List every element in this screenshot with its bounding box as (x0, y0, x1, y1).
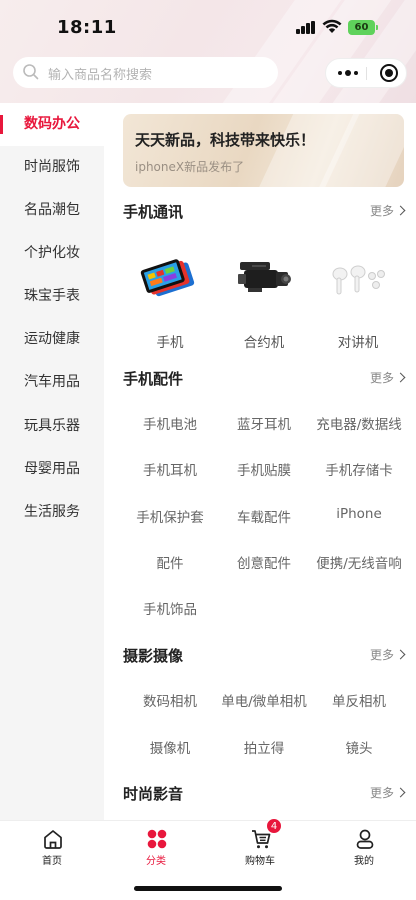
chevron-right-icon (395, 649, 406, 660)
sidebar-item-mother-baby[interactable]: 母婴用品 (0, 448, 104, 491)
capsule-divider (366, 67, 367, 80)
grid-item-phone-case[interactable]: 手机保护套 (118, 506, 222, 526)
grid-item-creative-accessories[interactable]: 创意配件 (212, 552, 316, 572)
banner-title: 天天新品，科技带来快乐！ (135, 131, 316, 149)
home-icon (44, 830, 62, 849)
more-link-phones[interactable]: 更多 (369, 202, 406, 219)
grid-item-memory-card[interactable]: 手机存储卡 (307, 459, 411, 479)
search-input[interactable]: 输入商品名称搜索 (13, 57, 278, 88)
grid-item-walkie-talkie[interactable]: 对讲机 (306, 254, 410, 351)
more-link-photography[interactable]: 更多 (369, 646, 406, 663)
grid-item-iphone[interactable]: iPhone (307, 506, 411, 522)
category-sidebar: 数码办公 时尚服饰 名品潮包 个护化妆 珠宝手表 运动健康 汽车用品 玩具乐器 … (0, 103, 104, 820)
sidebar-item-auto-supplies[interactable]: 汽车用品 (0, 361, 104, 404)
status-time: 18:11 (57, 17, 117, 38)
sidebar-item-life-services[interactable]: 生活服务 (0, 491, 104, 534)
more-link-label: 更多 (369, 648, 394, 662)
tab-label: 分类 (146, 856, 166, 867)
tab-category[interactable]: 分类 (104, 821, 208, 871)
tab-label: 我的 (354, 856, 374, 867)
grid-item-video-camera[interactable]: 摄像机 (118, 737, 222, 757)
grid-item-label: 合约机 (243, 335, 285, 351)
category-content: 天天新品，科技带来快乐！ iphoneX新品发布了 手机通讯 更多 手机 合约机… (104, 103, 416, 820)
search-icon (23, 64, 39, 80)
earbuds-image (332, 265, 385, 295)
sidebar-item-fashion-apparel[interactable]: 时尚服饰 (0, 146, 104, 189)
grid-item-bluetooth-earphones[interactable]: 蓝牙耳机 (212, 413, 316, 433)
chevron-right-icon (395, 372, 406, 383)
cart-badge: 4 (266, 818, 282, 834)
grid-item-phone-ornaments[interactable]: 手机饰品 (118, 598, 222, 618)
camcorder-image (238, 262, 291, 292)
grid-item-dslr-camera[interactable]: 单反相机 (307, 690, 411, 710)
category-icon (147, 829, 167, 849)
user-icon (356, 829, 374, 849)
signal-icon (296, 21, 317, 34)
grid-item-phone-battery[interactable]: 手机电池 (118, 413, 222, 433)
sidebar-item-sports-health[interactable]: 运动健康 (0, 318, 104, 361)
close-target-icon[interactable] (380, 64, 398, 82)
grid-item-portable-speaker[interactable]: 便携/无线音响 (307, 552, 411, 572)
sidebar-item-designer-bags[interactable]: 名品潮包 (0, 189, 104, 232)
grid-item-contract-phone[interactable]: 合约机 (212, 254, 316, 351)
more-link-label: 更多 (369, 204, 394, 218)
more-link-fashion-av[interactable]: 更多 (369, 784, 406, 801)
more-link-label: 更多 (369, 786, 394, 800)
battery-level: 60 (354, 22, 369, 33)
wifi-icon (322, 19, 342, 33)
chevron-right-icon (395, 787, 406, 798)
more-menu-icon[interactable] (338, 59, 358, 87)
sidebar-item-digital-office[interactable]: 数码办公 (0, 103, 104, 146)
tablet-phones-image (140, 259, 195, 297)
home-indicator (134, 886, 282, 891)
status-bar: 18:11 60 (0, 0, 416, 54)
grid-item-lens[interactable]: 镜头 (307, 737, 411, 757)
grid-item-phone[interactable]: 手机 (118, 254, 222, 351)
grid-item-mirrorless-camera[interactable]: 单电/微单相机 (212, 690, 316, 710)
grid-item-screen-film[interactable]: 手机贴膜 (212, 459, 316, 479)
sidebar-item-jewelry-watches[interactable]: 珠宝手表 (0, 275, 104, 318)
grid-item-car-accessories[interactable]: 车载配件 (212, 506, 316, 526)
sidebar-item-toys-instruments[interactable]: 玩具乐器 (0, 405, 104, 448)
grid-item-charger-cable[interactable]: 充电器/数据线 (307, 413, 411, 433)
section-title-fashion-av: 时尚影音 (123, 785, 184, 803)
tab-cart[interactable]: 购物车 (208, 821, 312, 871)
grid-item-instant-camera[interactable]: 拍立得 (212, 737, 316, 757)
more-link-label: 更多 (369, 371, 394, 385)
section-title-photography: 摄影摄像 (123, 647, 184, 665)
battery-icon: 60 (348, 20, 375, 35)
grid-item-phone-earphones[interactable]: 手机耳机 (118, 459, 222, 479)
section-title-accessories: 手机配件 (123, 370, 184, 388)
chevron-right-icon (395, 205, 406, 216)
banner-subtitle: iphoneX新品发布了 (135, 160, 245, 174)
sidebar-item-beauty-care[interactable]: 个护化妆 (0, 232, 104, 275)
grid-item-label: 对讲机 (337, 335, 379, 351)
section-title-phones: 手机通讯 (123, 203, 184, 221)
mini-program-capsule (325, 58, 407, 88)
tab-home[interactable]: 首页 (0, 821, 104, 871)
tab-profile[interactable]: 我的 (312, 821, 416, 871)
promo-banner[interactable]: 天天新品，科技带来快乐！ iphoneX新品发布了 (123, 114, 404, 187)
battery-tip (376, 25, 378, 30)
tab-label: 购物车 (245, 856, 275, 867)
grid-item-accessories[interactable]: 配件 (118, 552, 222, 572)
search-placeholder: 输入商品名称搜索 (48, 68, 153, 83)
more-link-accessories[interactable]: 更多 (369, 369, 406, 386)
tab-label: 首页 (42, 856, 62, 867)
grid-item-digital-camera[interactable]: 数码相机 (118, 690, 222, 710)
grid-item-label: 手机 (156, 335, 184, 351)
